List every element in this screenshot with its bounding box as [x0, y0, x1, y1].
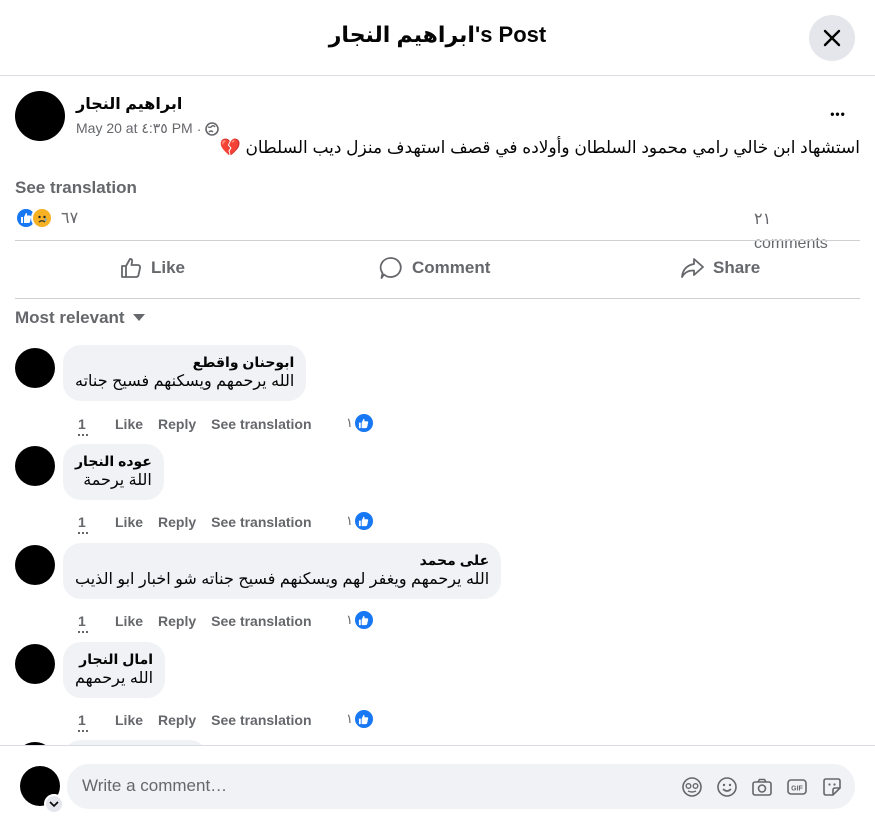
comment-reaction-count[interactable]: ١ — [346, 609, 375, 631]
like-button[interactable]: Like — [119, 250, 185, 286]
comment-like-button[interactable]: Like — [115, 416, 143, 432]
comment-reply-button[interactable]: Reply — [158, 514, 196, 530]
sticker-icon[interactable] — [820, 775, 843, 798]
comment-bubble: على محمد الله يرحمهم ويغفر لهم ويسكنهم ف… — [63, 543, 502, 599]
comment-like-button[interactable]: Like — [115, 514, 143, 530]
comments-count[interactable]: ٢١ comments — [754, 208, 844, 256]
reaction-summary[interactable]: ٦٧ — [15, 207, 78, 229]
share-label: Share — [713, 258, 761, 277]
caret-down-icon — [132, 314, 145, 321]
broken-heart-emoji: 💔 — [219, 138, 241, 157]
comment-composer: Write a comment… GIF — [0, 745, 875, 832]
close-button[interactable] — [809, 15, 855, 61]
comment-text: الله يرحمهم — [75, 670, 154, 687]
comment-avatar[interactable] — [15, 348, 55, 388]
comment-icon — [379, 257, 402, 279]
emoji-icon[interactable] — [715, 775, 738, 798]
comment-avatar[interactable] — [15, 545, 55, 585]
divider-top — [15, 240, 860, 241]
reaction-count: ٦٧ — [61, 210, 79, 227]
comment-see-translation[interactable]: See translation — [211, 613, 311, 629]
comment-input-placeholder: Write a comment… — [82, 776, 228, 795]
dialog-header: ابراهيم النجار's Post — [0, 0, 875, 76]
sort-label: Most relevant — [15, 308, 125, 327]
like-reaction-icon — [352, 609, 375, 631]
sad-reaction-icon — [31, 207, 53, 229]
comment-actions: 1 Like Reply See translation — [78, 712, 312, 732]
gif-icon[interactable]: GIF — [785, 775, 808, 798]
post-see-translation[interactable]: See translation — [15, 178, 137, 198]
comment-author[interactable]: امال النجار — [75, 650, 153, 668]
comment-actions: 1 Like Reply See translation — [78, 416, 312, 436]
comment-avatar[interactable] — [15, 644, 55, 684]
comment-input[interactable]: Write a comment… GIF — [67, 764, 855, 809]
svg-text:GIF: GIF — [791, 785, 803, 792]
dialog-title: ابراهيم النجار's Post — [328, 22, 547, 47]
comment-time[interactable]: 1 — [78, 613, 100, 633]
comment-sort-dropdown[interactable]: Most relevant — [15, 308, 145, 328]
composer-tools: GIF — [680, 775, 843, 798]
like-reaction-icon — [352, 412, 375, 434]
close-icon — [823, 29, 841, 47]
comment-time[interactable]: 1 — [78, 514, 100, 534]
post-body: استشهاد ابن خالي رامي محمود السلطان وأول… — [245, 138, 860, 157]
avatar-sticker-icon[interactable] — [680, 775, 703, 798]
comment-text: الله يرحمهم ويغفر لهم ويسكنهم فسيح جناته… — [75, 571, 490, 588]
comment-reply-button[interactable]: Reply — [158, 712, 196, 728]
comment-button[interactable]: Comment — [378, 250, 490, 286]
post-author-name[interactable]: ابراهيم النجار — [76, 94, 182, 114]
comment-like-button[interactable]: Like — [115, 613, 143, 629]
divider-bottom — [15, 298, 860, 299]
comment-text: اللة يرحمة — [83, 472, 152, 489]
comment-actions: 1 Like Reply See translation — [78, 514, 312, 534]
comment-actions: 1 Like Reply See translation — [78, 613, 312, 633]
composer-profile-switcher[interactable] — [44, 794, 64, 814]
like-label: Like — [151, 258, 186, 277]
comment-author[interactable]: ابوحنان واقطع — [75, 353, 295, 371]
comment-label: Comment — [412, 258, 491, 277]
post-text: استشهاد ابن خالي رامي محمود السلطان وأول… — [220, 138, 860, 158]
comment-reaction-count[interactable]: ١ — [346, 708, 375, 730]
like-reaction-icon — [352, 510, 375, 532]
like-reaction-icon — [352, 708, 375, 730]
globe-icon — [205, 121, 220, 136]
comment-bubble: ابوحنان واقطع الله يرحمهم ويسكنهم فسيح ج… — [63, 345, 307, 401]
share-icon — [681, 258, 704, 278]
share-button[interactable]: Share — [679, 250, 760, 286]
chevron-down-icon — [49, 800, 59, 807]
comment-bubble: عوده النجار اللة يرحمة — [63, 444, 164, 500]
camera-icon[interactable] — [750, 775, 773, 798]
comment-avatar[interactable] — [15, 446, 55, 486]
comment-reply-button[interactable]: Reply — [158, 613, 196, 629]
comment-reply-button[interactable]: Reply — [158, 416, 196, 432]
comment-see-translation[interactable]: See translation — [211, 514, 311, 530]
comment-see-translation[interactable]: See translation — [211, 712, 311, 728]
comment-reaction-count[interactable]: ١ — [346, 412, 375, 434]
post-options-button[interactable]: ••• — [822, 102, 854, 126]
more-icon: ••• — [830, 107, 846, 121]
thumbs-up-icon — [121, 258, 141, 278]
comment-author[interactable]: عوده النجار — [75, 452, 152, 470]
post-timestamp[interactable]: May 20 at ٤:٣٥ PM — [76, 120, 193, 137]
comment-bubble: امال النجار الله يرحمهم — [63, 642, 166, 698]
comment-like-button[interactable]: Like — [115, 712, 143, 728]
comment-author[interactable]: على محمد — [75, 551, 490, 569]
comment-reaction-count[interactable]: ١ — [346, 510, 375, 532]
meta-separator: · — [196, 120, 202, 137]
post-meta: May 20 at ٤:٣٥ PM · — [76, 120, 220, 137]
comment-time[interactable]: 1 — [78, 416, 100, 436]
post-author-avatar[interactable] — [15, 91, 65, 141]
comment-see-translation[interactable]: See translation — [211, 416, 311, 432]
comment-text: الله يرحمهم ويسكنهم فسيح جناته — [75, 373, 295, 390]
comment-time[interactable]: 1 — [78, 712, 100, 732]
